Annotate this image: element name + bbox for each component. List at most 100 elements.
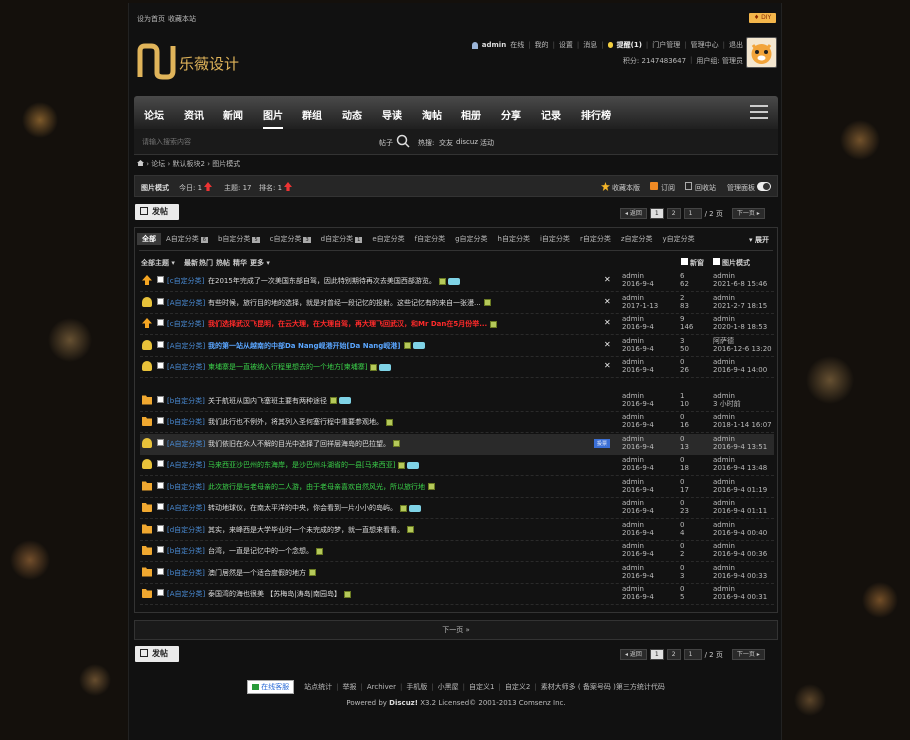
breadcrumb-item[interactable]: 默认板块2 xyxy=(173,160,205,168)
hot-thread-icon[interactable] xyxy=(142,339,152,350)
author-link[interactable]: admin xyxy=(622,564,644,572)
last-poster-link[interactable]: admin xyxy=(713,272,735,280)
last-poster-link[interactable]: admin xyxy=(713,315,735,323)
pinned-up-arrow-icon[interactable] xyxy=(142,318,152,328)
last-poster-link[interactable]: admin xyxy=(713,413,735,421)
author-link[interactable]: admin xyxy=(622,315,644,323)
back-button[interactable]: ◂ 返回 xyxy=(620,208,647,219)
last-post-time[interactable]: 2020-1-8 18:53 xyxy=(713,323,767,331)
page-link[interactable]: 2 xyxy=(666,208,681,219)
last-post-time[interactable]: 2016-9-4 01:19 xyxy=(713,486,767,494)
new-post-button[interactable]: 发帖 xyxy=(135,646,179,662)
new-post-button[interactable]: 发帖 xyxy=(135,204,179,220)
thread-checkbox[interactable] xyxy=(157,340,164,348)
site-logo[interactable]: 乐薇设计 xyxy=(137,43,247,81)
last-post-time[interactable]: 2016-9-4 00:31 xyxy=(713,593,767,601)
thread-category-link[interactable]: [b自定分类] xyxy=(167,546,205,556)
nav-item-collection[interactable]: 淘帖 xyxy=(422,107,442,122)
set-home-link[interactable]: 设为首页 xyxy=(137,14,165,24)
thread-title-link[interactable]: 我的第一站从越南的中部Da Nang岘港开始[Da Nang岘港] xyxy=(208,342,401,350)
folder-icon[interactable] xyxy=(142,589,152,598)
thread-title-link[interactable]: 关于航班从国内飞塞班主要有两种途径 xyxy=(208,397,327,405)
thread-title-link[interactable]: 在2015年完成了一次美国东部自驾，因此特别期待再次去美国西部游览。 xyxy=(208,277,436,285)
image-mode-checkbox[interactable] xyxy=(713,258,720,265)
last-poster-link[interactable]: admin xyxy=(713,564,735,572)
last-post-time[interactable]: 2016-12-6 13:20 xyxy=(713,345,772,353)
category-tab[interactable]: h自定分类 xyxy=(493,233,535,245)
diy-button[interactable]: ♦ DIY xyxy=(749,13,776,23)
nav-item-guide[interactable]: 导读 xyxy=(382,107,402,122)
category-tab[interactable]: g自定分类 xyxy=(450,233,492,245)
search-icon[interactable] xyxy=(396,134,410,148)
author-link[interactable]: admin xyxy=(622,542,644,550)
category-tab[interactable]: b自定分类 5 xyxy=(213,233,265,245)
thread-title-link[interactable]: 澳门居然是一个适合度假的地方 xyxy=(208,569,306,577)
thread-checkbox[interactable] xyxy=(157,276,164,283)
last-poster-link[interactable]: admin xyxy=(713,585,735,593)
latest-filter[interactable]: 最新 xyxy=(184,258,198,268)
thread-checkbox[interactable] xyxy=(157,395,164,403)
digest-filter[interactable]: 精华 xyxy=(233,258,247,268)
pinned-up-arrow-icon[interactable] xyxy=(142,275,152,285)
thread-checkbox[interactable] xyxy=(157,362,164,369)
nav-item-pictures[interactable]: 图片 xyxy=(263,107,283,129)
last-post-time[interactable]: 2016-9-4 13:48 xyxy=(713,464,767,472)
expand-categories-link[interactable]: ▾ 展开 xyxy=(749,235,769,245)
heat-filter[interactable]: 热帖 xyxy=(216,258,230,268)
last-post-time[interactable]: 2021-2-7 18:15 xyxy=(713,302,767,310)
footer-link[interactable]: 自定义2 xyxy=(505,682,530,692)
last-post-time[interactable]: 2016-9-4 01:11 xyxy=(713,507,767,515)
thread-category-link[interactable]: [A自定分类] xyxy=(167,298,205,308)
hot-thread-icon[interactable] xyxy=(142,459,152,469)
last-post-time[interactable]: 2021-6-8 15:46 xyxy=(713,280,767,288)
category-tab[interactable]: d自定分类 1 xyxy=(316,233,368,245)
next-page-button[interactable]: 下一页 ▸ xyxy=(731,208,765,219)
last-poster-link[interactable]: admin xyxy=(713,358,735,366)
last-post-time[interactable]: 2016-9-4 00:36 xyxy=(713,550,767,558)
thread-checkbox[interactable] xyxy=(157,567,164,575)
footer-link[interactable]: 手机版 xyxy=(406,682,427,692)
folder-icon[interactable] xyxy=(142,417,152,426)
thread-category-link[interactable]: [A自定分类] xyxy=(167,460,205,470)
category-tab[interactable]: c自定分类 3 xyxy=(265,233,316,245)
portal-manage-link[interactable]: 门户管理 xyxy=(652,40,680,50)
thread-category-link[interactable]: [A自定分类] xyxy=(167,503,205,513)
thread-checkbox[interactable] xyxy=(157,417,164,424)
breadcrumb-item[interactable]: 图片模式 xyxy=(212,160,240,168)
footer-link[interactable]: Archiver xyxy=(367,683,396,691)
hot-thread-icon[interactable] xyxy=(142,296,152,307)
close-icon[interactable]: ✕ xyxy=(604,318,611,327)
hot-filter[interactable]: 热门 xyxy=(199,258,213,268)
nav-item-groups[interactable]: 群组 xyxy=(302,107,322,122)
online-service-button[interactable]: 在线客服 xyxy=(247,680,295,694)
folder-icon[interactable] xyxy=(142,503,152,512)
last-poster-link[interactable]: 阿萨德 xyxy=(713,337,734,345)
thread-title-link[interactable]: 我们此行也不例外，将其列入圣何塞行程中重要参观地。 xyxy=(208,418,383,426)
thread-checkbox[interactable] xyxy=(157,319,164,326)
thread-title-link[interactable]: 柬埔寨是一直被纳入行程里想去的一个地方[柬埔寨] xyxy=(208,363,367,371)
thread-checkbox[interactable] xyxy=(157,297,164,305)
footer-link[interactable]: 站点统计 xyxy=(304,682,332,692)
new-window-checkbox[interactable] xyxy=(681,258,688,265)
points-link[interactable]: 积分: 2147483647 xyxy=(623,56,686,66)
category-tab[interactable]: e自定分类 xyxy=(367,233,409,245)
footer-link[interactable]: 素材大师多 ( 备案号码 )第三方统计代码 xyxy=(541,682,665,692)
recycle-bin-link[interactable]: 回收站 xyxy=(695,183,716,193)
thread-category-link[interactable]: [d自定分类] xyxy=(167,525,205,535)
thread-checkbox[interactable] xyxy=(157,503,164,510)
author-link[interactable]: admin xyxy=(622,478,644,486)
thread-category-link[interactable]: [b自定分类] xyxy=(167,417,205,427)
thread-checkbox[interactable] xyxy=(157,589,164,596)
author-link[interactable]: admin xyxy=(622,392,644,400)
thread-checkbox[interactable] xyxy=(157,546,164,553)
thread-title-link[interactable]: 台湾，一直是记忆中的一个念想。 xyxy=(208,547,313,555)
thread-title-link[interactable]: 马来西亚沙巴州的东海岸，是沙巴州斗湖省的一县[马来西亚] xyxy=(208,461,395,469)
close-icon[interactable]: ✕ xyxy=(604,275,611,284)
nav-item-info[interactable]: 资讯 xyxy=(184,107,204,122)
page-link[interactable]: 1 xyxy=(649,649,664,660)
bookmark-link[interactable]: 收藏本站 xyxy=(168,14,196,24)
author-link[interactable]: admin xyxy=(622,456,644,464)
author-link[interactable]: admin xyxy=(622,272,644,280)
author-link[interactable]: admin xyxy=(622,294,644,302)
breadcrumb-item[interactable]: 论坛 xyxy=(151,160,165,168)
